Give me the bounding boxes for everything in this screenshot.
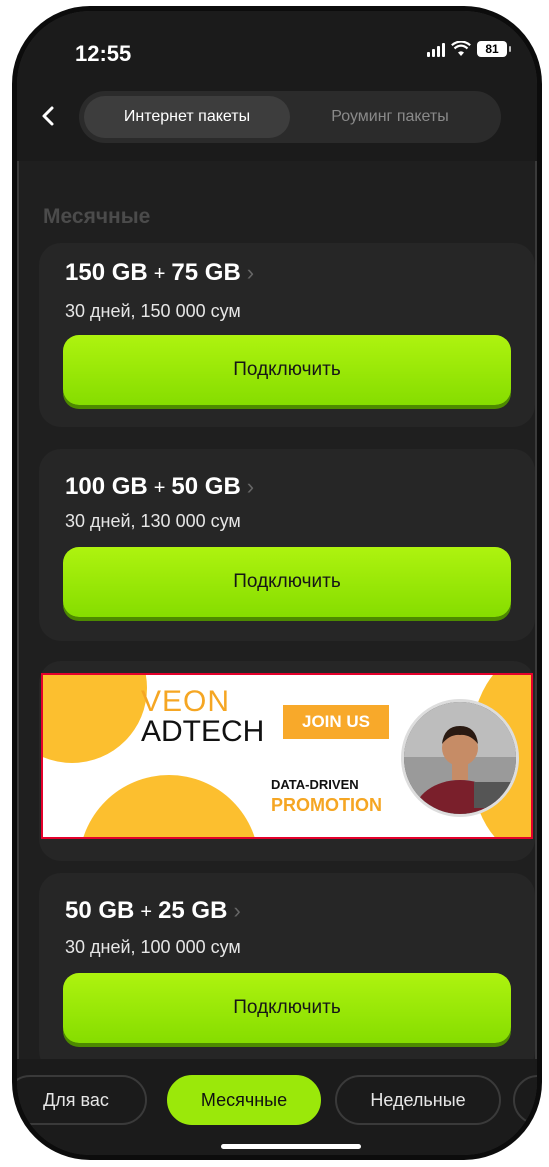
package-card: 100 GB + 50 GB › 30 дней, 130 000 сум По… <box>39 449 535 641</box>
tab-roaming-packages[interactable]: Роуминг пакеты <box>290 96 490 138</box>
package-type-tabs: Интернет пакеты Роуминг пакеты <box>79 91 501 143</box>
banner-shape <box>43 675 147 763</box>
chevron-right-icon[interactable]: › <box>247 260 254 286</box>
ad-banner[interactable]: VEON ADTECH JOIN US DATA-DRIVEN PROMOTIO… <box>41 673 533 839</box>
plus-sign: + <box>153 263 166 285</box>
package-card: 150 GB + 75 GB › 30 дней, 150 000 сум По… <box>39 243 535 427</box>
home-indicator <box>221 1144 361 1149</box>
period-filter-chips: Для вас Месячные Недельные О <box>17 1075 537 1125</box>
package-main-volume: 100 GB <box>65 473 148 500</box>
banner-cta[interactable]: JOIN US <box>283 705 389 739</box>
package-main-volume: 150 GB <box>65 259 148 286</box>
signal-icon <box>427 41 445 57</box>
chip-weekly[interactable]: Недельные <box>335 1075 501 1125</box>
chevron-right-icon[interactable]: › <box>247 474 254 500</box>
connect-button[interactable]: Подключить <box>63 973 511 1043</box>
plus-sign: + <box>140 901 153 923</box>
status-icons: 81 <box>427 41 511 57</box>
section-title: Месячные <box>43 205 151 228</box>
package-main-volume: 50 GB <box>65 897 135 924</box>
banner-brand-top: VEON <box>141 685 231 718</box>
package-volume: 150 GB + 75 GB › <box>65 259 254 287</box>
connect-button[interactable]: Подключить <box>63 335 511 405</box>
package-volume: 100 GB + 50 GB › <box>65 473 254 501</box>
chevron-right-icon[interactable]: › <box>233 898 240 924</box>
status-time: 12:55 <box>75 41 132 66</box>
banner-brand-bottom: ADTECH <box>141 715 265 748</box>
package-description: 30 дней, 130 000 сум <box>65 511 241 531</box>
package-bonus-volume: 50 GB <box>171 473 241 500</box>
battery-icon: 81 <box>477 41 511 57</box>
banner-shape <box>79 775 259 837</box>
banner-tagline-bottom: PROMOTION <box>271 795 382 815</box>
banner-person-photo <box>401 699 519 817</box>
banner-tagline-top: DATA-DRIVEN <box>271 777 359 792</box>
package-bonus-volume: 25 GB <box>158 897 228 924</box>
status-bar: 12:55 81 <box>17 11 537 101</box>
package-bonus-volume: 75 GB <box>171 259 241 286</box>
package-description: 30 дней, 150 000 сум <box>65 301 241 321</box>
chip-monthly[interactable]: Месячные <box>167 1075 321 1125</box>
plus-sign: + <box>153 477 166 499</box>
chip-for-you[interactable]: Для вас <box>17 1075 147 1125</box>
phone-screen: 12:55 81 Интернет пакеты Роуминг пакеты … <box>12 6 542 1160</box>
back-chevron-icon[interactable] <box>33 101 63 131</box>
package-volume: 50 GB + 25 GB › <box>65 897 241 925</box>
package-card: 50 GB + 25 GB › 30 дней, 100 000 сум Под… <box>39 873 535 1073</box>
wifi-icon <box>451 41 471 56</box>
connect-button[interactable]: Подключить <box>63 547 511 617</box>
package-description: 30 дней, 100 000 сум <box>65 937 241 957</box>
tab-internet-packages[interactable]: Интернет пакеты <box>84 96 290 138</box>
chip-other[interactable]: О <box>513 1075 537 1125</box>
